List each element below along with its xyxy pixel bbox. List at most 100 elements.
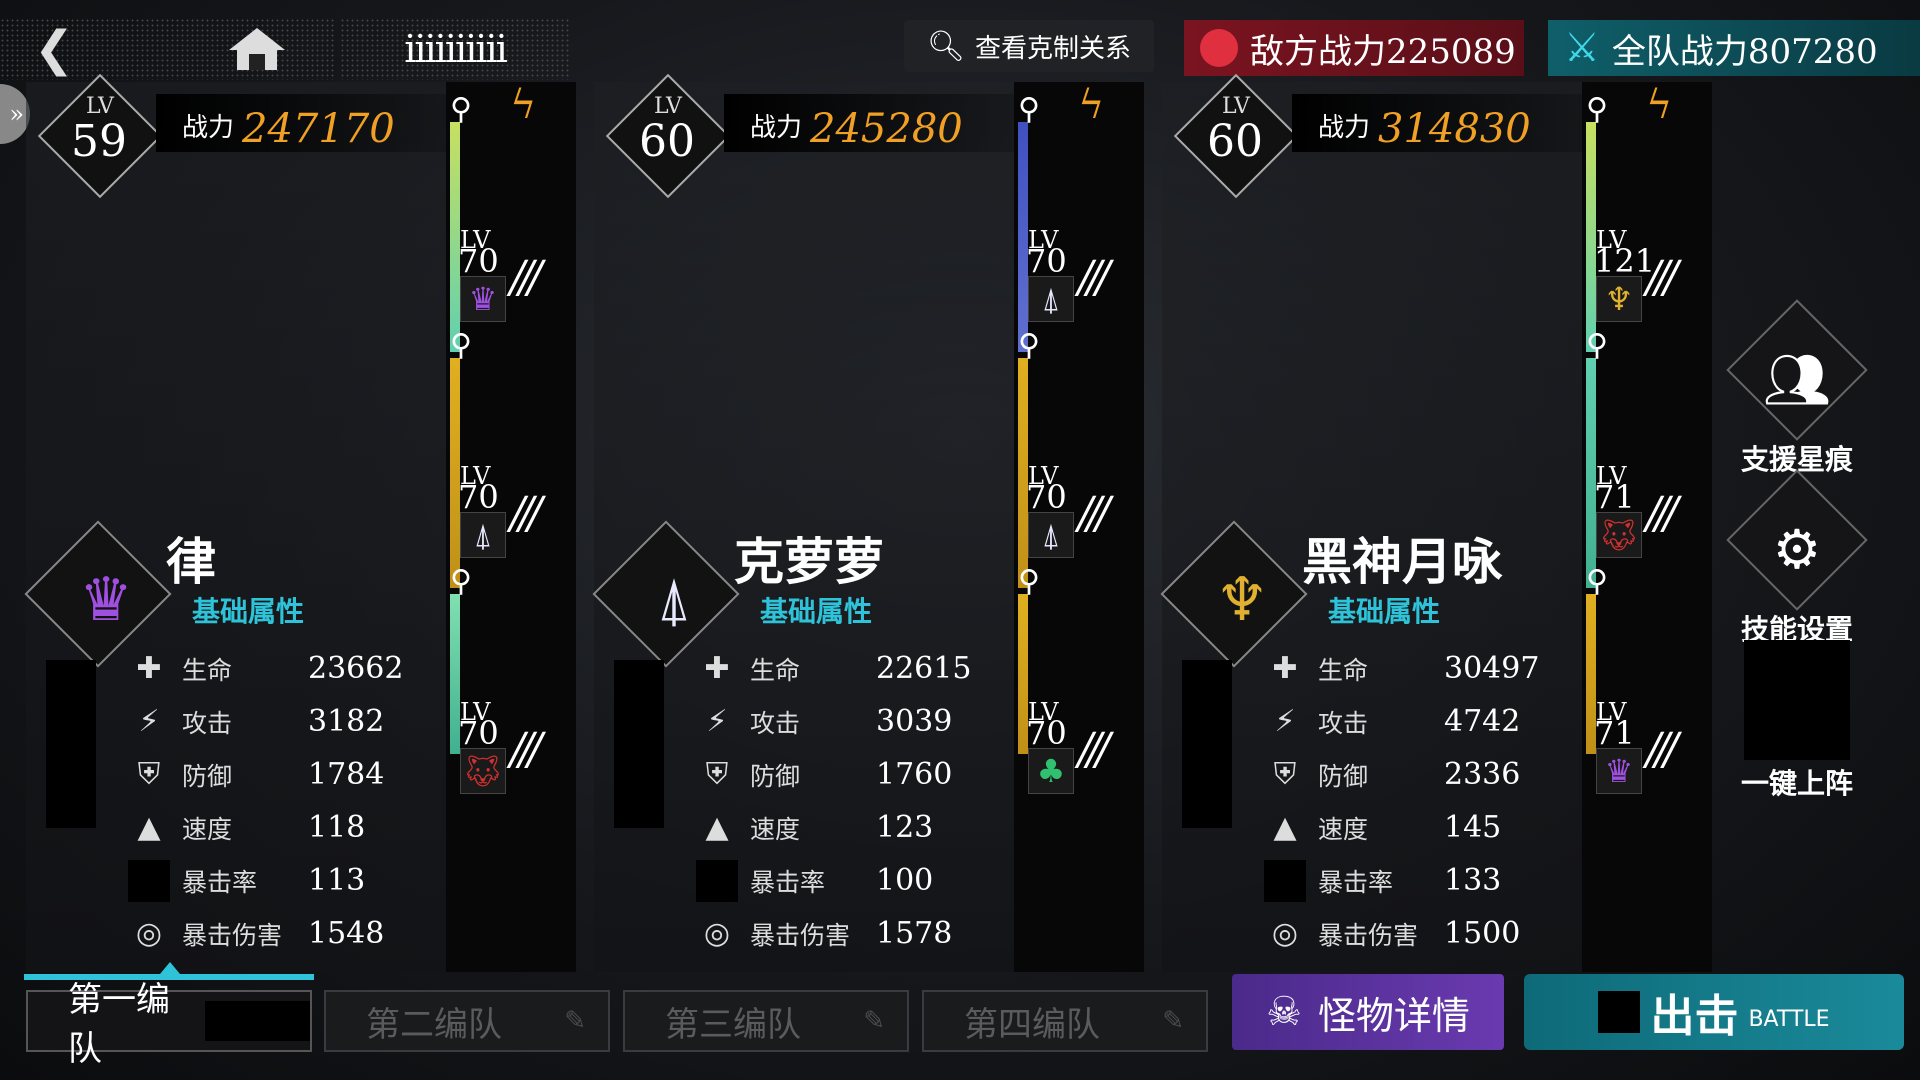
power-label: 战力 — [182, 113, 235, 143]
magnify-icon[interactable]: ⚲ — [1586, 564, 1608, 599]
menu-button[interactable]: iiiiiiiiii — [340, 18, 570, 80]
stat-value: 1760 — [876, 757, 953, 792]
crit-rate-icon — [696, 859, 738, 902]
character-card-3[interactable]: LV 60 战力 314830 ϟ ♆ 黑神月咏 基础属性 ✚ 生命 30497 ⚡︎ 攻击 4742 ⛨ 防… — [1160, 73, 1722, 972]
stat-icon-wrap: ⚡︎ — [126, 699, 172, 745]
stat-icon-wrap: ✚ — [1262, 646, 1308, 692]
boot-icon: ▲ — [705, 810, 729, 845]
gear-icon: ⚙ — [1772, 518, 1822, 581]
chevron-right-icon: » — [9, 100, 24, 128]
stat-row: ⛨ 防御 2336 — [1262, 748, 1582, 801]
magnify-icon[interactable]: ⚲ — [450, 92, 472, 127]
lightning-icon[interactable]: ϟ — [1078, 82, 1104, 128]
skill-settings-button[interactable]: ⚙ 技能设置 — [1722, 469, 1872, 648]
monster-details-button[interactable]: ☠ 怪物详情 — [1232, 974, 1504, 1050]
stat-row: ✚ 生命 30497 — [1262, 642, 1582, 695]
character-card-1[interactable]: LV 59 战力 247170 ϟ ♛ 律基础属性 ✚ 生命 23662 ⚡︎ 攻击 3182 ⛨ 防御 17… — [24, 73, 586, 972]
lightning-icon[interactable]: ϟ — [1646, 82, 1672, 128]
stat-icon-wrap: ⛨ — [694, 752, 740, 798]
angel-wings-icon[interactable]: ⍋ — [460, 512, 506, 558]
slot-level-value: 70 — [1026, 714, 1067, 752]
green-tree-icon[interactable]: ♣ — [1028, 748, 1074, 794]
power-label: 战力 — [1318, 113, 1371, 143]
tab-team-4-label: 第四编队 — [964, 1004, 1100, 1045]
stat-icon-wrap: ◎ — [694, 911, 740, 957]
power-value: 314830 — [1378, 106, 1531, 152]
crit-rate-icon — [1264, 859, 1306, 902]
red-wolf-icon[interactable]: 🐺︎ — [460, 748, 506, 794]
home-button[interactable] — [180, 18, 334, 80]
stat-value: 113 — [308, 863, 366, 898]
slot-tier-mark: /// — [1646, 724, 1679, 775]
enemy-skull-icon — [1200, 29, 1238, 67]
stat-value: 3182 — [308, 704, 385, 739]
stat-label: 生命 — [1318, 655, 1369, 685]
slot-level-value: 70 — [458, 478, 499, 516]
angel-wings-icon[interactable]: ⍋ — [1028, 276, 1074, 322]
battle-label: 出击 — [1650, 991, 1739, 1042]
magnify-icon[interactable]: ⚲ — [1586, 328, 1608, 363]
tab-team-2-label: 第二编队 — [366, 1004, 502, 1045]
equipment-rarity-bar — [1018, 358, 1028, 588]
power-value: 247170 — [242, 106, 395, 152]
stat-value: 23662 — [308, 651, 404, 686]
stat-value: 22615 — [876, 651, 972, 686]
view-counter-button[interactable]: 🔍︎ 查看克制关系 — [904, 20, 1154, 72]
red-wolf-icon[interactable]: 🐺︎ — [1596, 512, 1642, 558]
claw-icon: ⚡︎ — [706, 704, 728, 739]
portrait-mask — [1182, 660, 1232, 828]
heart-body-icon: ✚ — [136, 651, 162, 686]
magnify-icon[interactable]: ⚲ — [450, 564, 472, 599]
crit-rate-icon — [128, 859, 170, 902]
magnify-icon[interactable]: ⚲ — [1586, 92, 1608, 127]
base-attributes-title: 基础属性 — [1328, 595, 1441, 628]
battle-button[interactable]: 出击 BATTLE — [1524, 974, 1904, 1050]
magnify-icon[interactable]: ⚲ — [1018, 564, 1040, 599]
battle-sub-label: BATTLE — [1748, 1006, 1830, 1032]
character-name: 克萝萝 — [734, 532, 884, 591]
power-value: 245280 — [810, 106, 963, 152]
stat-label: 攻击 — [750, 708, 801, 738]
purple-crown-icon[interactable]: ♛ — [460, 276, 506, 322]
stat-icon-wrap: ▲ — [126, 805, 172, 851]
stat-row: ⛨ 防御 1760 — [694, 748, 1014, 801]
tab-team-1[interactable]: 第一编队 — [26, 980, 312, 1069]
stat-row: ⛨ 防御 1784 — [126, 748, 446, 801]
stats-list: ✚ 生命 22615 ⚡︎ 攻击 3039 ⛨ 防御 1760 ▲ 速度 123 暴击率 100 ◎ 暴击伤害… — [694, 642, 1014, 960]
gold-chalice-icon[interactable]: ♆ — [1596, 276, 1642, 322]
home-icon — [229, 28, 285, 70]
stat-row: ▲ 速度 118 — [126, 801, 446, 854]
tab-team-3[interactable]: 第三编队 ✎ — [623, 990, 909, 1052]
tab-team-3-label: 第三编队 — [665, 1004, 801, 1045]
base-attributes-title: 基础属性 — [760, 595, 873, 628]
stat-row: ⚡︎ 攻击 3039 — [694, 695, 1014, 748]
stat-icon-wrap: ⚡︎ — [694, 699, 740, 745]
people-icon: 👥︎ — [1762, 348, 1832, 411]
stat-row: ▲ 速度 123 — [694, 801, 1014, 854]
lightning-icon[interactable]: ϟ — [510, 82, 536, 128]
slot-level-value: 71 — [1594, 714, 1635, 752]
magnify-icon[interactable]: ⚲ — [1018, 92, 1040, 127]
tab-team-4[interactable]: 第四编队 ✎ — [922, 990, 1208, 1052]
stat-value: 118 — [308, 810, 366, 845]
stat-row: ◎ 暴击伤害 1500 — [1262, 907, 1582, 960]
magnify-icon[interactable]: ⚲ — [450, 328, 472, 363]
back-button[interactable]: ❮ — [0, 18, 180, 80]
stat-label: 暴击率 — [182, 867, 258, 897]
support-star-button[interactable]: 👥︎ 支援星痕 — [1722, 299, 1872, 478]
auto-deploy-button[interactable]: 一键上阵 — [1722, 640, 1872, 802]
claw-icon: ⚡︎ — [138, 704, 160, 739]
character-card-2[interactable]: LV 60 战力 245280 ϟ ⍋ 克萝萝 基础属性 ✚ 生命 22615 ⚡︎ 攻击 3039 ⛨ 防御… — [592, 73, 1154, 972]
purple-crown-icon[interactable]: ♛ — [1596, 748, 1642, 794]
stat-icon-wrap — [126, 858, 172, 904]
stat-icon-wrap: ⚡︎ — [1262, 699, 1308, 745]
angel-wings-icon[interactable]: ⍋ — [1028, 512, 1074, 558]
stat-label: 暴击伤害 — [182, 920, 283, 950]
stat-label: 攻击 — [182, 708, 233, 738]
slot-tier-mark: /// — [1646, 252, 1679, 303]
crossed-swords-icon: ⚔ — [1564, 25, 1600, 71]
purple-crown-icon: ♛ — [79, 565, 133, 635]
tab-team-1-mask — [205, 1001, 310, 1041]
magnify-icon[interactable]: ⚲ — [1018, 328, 1040, 363]
tab-team-2[interactable]: 第二编队 ✎ — [324, 990, 610, 1052]
